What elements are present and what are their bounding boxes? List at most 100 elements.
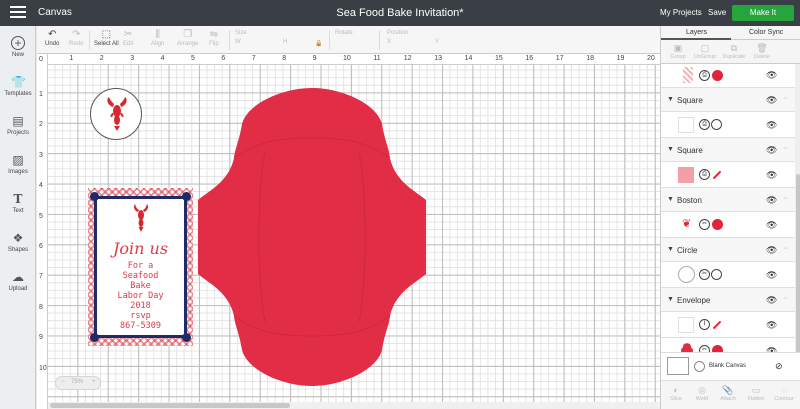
more-icon[interactable]: ··· xyxy=(783,245,788,252)
scrollbar-thumb[interactable] xyxy=(50,403,290,408)
caret-down-icon[interactable]: ▼ xyxy=(667,196,674,203)
contour-icon: ◌ xyxy=(781,385,787,395)
height-field[interactable]: H xyxy=(283,39,287,45)
sidebar-item-label: Templates xyxy=(4,91,32,97)
more-icon[interactable]: ··· xyxy=(783,95,788,102)
align-button[interactable]: ⫼ Align xyxy=(151,29,164,47)
ruler-tick-label: 4 xyxy=(39,182,43,190)
duplicate-button[interactable]: ⧉ Duplicate xyxy=(721,43,747,60)
layer-group-square[interactable]: ▼ Square 👁 ··· xyxy=(661,88,795,112)
slice-button[interactable]: ◐ Slice xyxy=(663,385,689,402)
layer-group-circle[interactable]: ▼ Circle 👁 ··· xyxy=(661,238,795,262)
y-field[interactable]: Y xyxy=(435,39,439,45)
shapes-icon: ❖ xyxy=(12,231,24,245)
edit-button[interactable]: ✂ Edit xyxy=(123,29,133,47)
ruler-tick-label: 10 xyxy=(343,55,351,62)
sidebar-item-shapes[interactable]: ❖ Shapes xyxy=(0,231,36,253)
ungroup-button[interactable]: ▢ UnGroup xyxy=(692,43,718,60)
eye-icon[interactable]: 👁 xyxy=(766,95,777,106)
layer-row[interactable]: ⎙ 👁 xyxy=(661,64,795,88)
lock-icon[interactable]: 🔒 xyxy=(315,40,322,47)
eye-icon[interactable]: 👁 xyxy=(766,120,777,131)
layer-row[interactable]: ⎙ 👁 xyxy=(661,162,795,188)
sidebar-item-images[interactable]: ▨ Images xyxy=(0,153,36,175)
envelope-shape[interactable] xyxy=(197,82,427,392)
caret-down-icon[interactable]: ▼ xyxy=(667,246,674,253)
more-icon[interactable]: ··· xyxy=(783,145,788,152)
weld-button[interactable]: ◎ Weld xyxy=(689,385,715,402)
sidebar-item-text[interactable]: T Text xyxy=(0,192,36,214)
eye-icon[interactable]: 👁 xyxy=(766,195,777,206)
caret-down-icon[interactable]: ▼ xyxy=(667,296,674,303)
sidebar-item-projects[interactable]: ▤ Projects xyxy=(0,114,36,136)
eye-icon[interactable]: 👁 xyxy=(766,170,777,181)
eye-icon[interactable]: 👁 xyxy=(766,320,777,331)
layer-row[interactable]: ⎙ 👁 xyxy=(661,112,795,138)
eye-icon[interactable]: 👁 xyxy=(766,295,777,306)
caret-down-icon[interactable]: ▼ xyxy=(667,146,674,153)
ruler-tick-label: 9 xyxy=(39,334,43,342)
toolbar-divider xyxy=(329,30,330,50)
my-projects-link[interactable]: My Projects xyxy=(660,8,702,17)
layer-group-square[interactable]: ▼ Square 👁 ··· xyxy=(661,138,795,162)
layers-scrollbar[interactable] xyxy=(795,64,800,364)
color-swatch[interactable] xyxy=(712,70,723,81)
layer-row[interactable]: ⵏ 👁 xyxy=(661,312,795,338)
pen-icon[interactable] xyxy=(712,320,722,330)
sidebar-item-new[interactable]: + New xyxy=(0,36,36,58)
color-swatch[interactable] xyxy=(712,219,723,230)
rotate-field[interactable]: Rotate xyxy=(335,30,353,36)
contour-button[interactable]: ◌ Contour xyxy=(771,385,797,402)
flatten-button[interactable]: ▭ Flatten xyxy=(743,385,769,402)
pen-icon[interactable] xyxy=(712,170,722,180)
zoom-out-button[interactable]: − xyxy=(61,379,65,385)
canvas-color-radio[interactable] xyxy=(694,361,705,372)
scrollbar-thumb[interactable] xyxy=(796,174,800,364)
caret-down-icon[interactable]: ▼ xyxy=(667,96,674,103)
more-icon[interactable]: ··· xyxy=(783,195,788,202)
eye-icon[interactable]: 👁 xyxy=(766,70,777,81)
more-icon[interactable]: ··· xyxy=(783,295,788,302)
sidebar-item-upload[interactable]: ☁ Upload xyxy=(0,270,36,292)
save-button[interactable]: Save xyxy=(708,8,726,17)
blank-canvas-swatch[interactable] xyxy=(667,357,689,375)
tab-layers[interactable]: Layers xyxy=(686,29,707,36)
eye-icon[interactable]: 👁 xyxy=(766,270,777,281)
tab-color-sync[interactable]: Color Sync xyxy=(749,29,783,36)
layer-row[interactable]: ❦ ✂ 👁 xyxy=(661,212,795,238)
ruler-tick-label: 7 xyxy=(39,273,43,281)
undo-button[interactable]: ↶ Undo xyxy=(45,29,59,47)
sidebar-item-label: Shapes xyxy=(7,247,29,253)
redo-button[interactable]: ↷ Redo xyxy=(69,29,83,47)
width-field[interactable]: W xyxy=(235,39,241,45)
weld-icon: ◎ xyxy=(698,385,706,395)
delete-button[interactable]: 🗑 Delete xyxy=(749,43,775,60)
design-space-app: Canvas Sea Food Bake Invitation* My Proj… xyxy=(0,0,800,409)
invitation-card[interactable]: Join us For a Seafood Bake Labor Day 201… xyxy=(88,188,193,346)
layer-thumbnail xyxy=(678,117,694,133)
layer-group-name: Boston xyxy=(677,196,702,205)
attach-button[interactable]: 📎 Attach xyxy=(715,385,741,402)
images-icon: ▨ xyxy=(12,153,24,167)
layer-row[interactable]: ✂ 👁 xyxy=(661,262,795,288)
zoom-in-button[interactable]: + xyxy=(92,379,96,385)
delete-label: Delete xyxy=(754,54,770,60)
eye-hidden-icon[interactable]: ⊘ xyxy=(775,361,783,372)
eye-icon[interactable]: 👁 xyxy=(766,245,777,256)
select-all-button[interactable]: ⬚ Select All xyxy=(94,29,119,47)
x-field[interactable]: X xyxy=(387,39,391,45)
lobster-circle-object[interactable] xyxy=(90,88,142,140)
blank-canvas-row[interactable]: Blank Canvas ⊘ xyxy=(661,352,800,380)
sidebar-item-templates[interactable]: 👕 Templates xyxy=(0,75,36,97)
color-swatch[interactable] xyxy=(711,269,722,280)
eye-icon[interactable]: 👁 xyxy=(766,220,777,231)
layer-group-envelope[interactable]: ▼ Envelope 👁 ··· xyxy=(661,288,795,312)
make-it-button[interactable]: Make It xyxy=(732,5,794,21)
layer-group-boston[interactable]: ▼ Boston 👁 ··· xyxy=(661,188,795,212)
horizontal-scrollbar[interactable] xyxy=(48,402,660,409)
arrange-button[interactable]: ❐ Arrange xyxy=(177,29,198,47)
group-button[interactable]: ▣ Group xyxy=(665,43,691,60)
flip-button[interactable]: ⇋ Flip xyxy=(209,29,219,47)
color-swatch[interactable] xyxy=(711,119,722,130)
eye-icon[interactable]: 👁 xyxy=(766,145,777,156)
